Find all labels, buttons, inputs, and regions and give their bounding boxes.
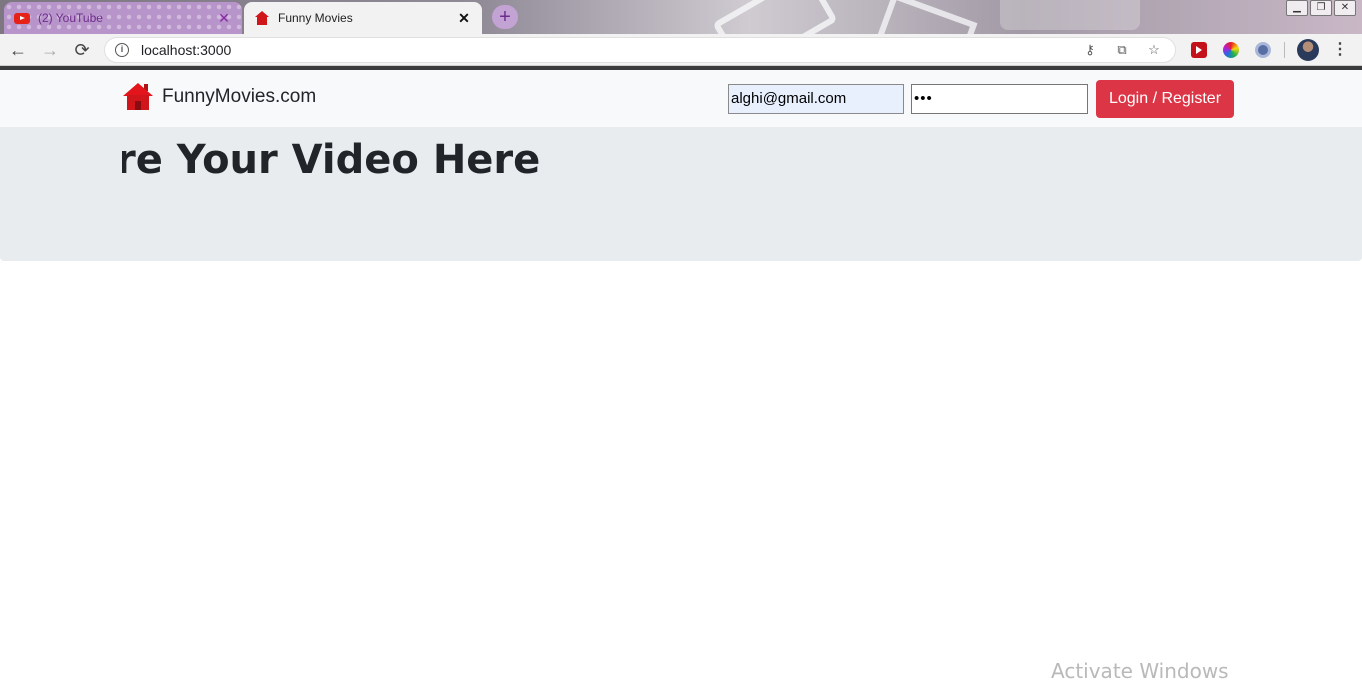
tab-funny-movies[interactable]: Funny Movies ✕ <box>244 2 482 34</box>
browser-menu-icon[interactable]: ⋮ <box>1332 40 1348 60</box>
new-tab-button[interactable]: + <box>492 5 518 29</box>
youtube-icon <box>14 10 30 26</box>
extension-icon[interactable] <box>1191 42 1207 58</box>
house-icon <box>123 83 153 111</box>
toolbar-divider <box>1284 42 1285 58</box>
color-picker-extension-icon[interactable] <box>1223 42 1239 58</box>
app-navbar: FunnyMovies.com alghi@gmail.com ••• Logi… <box>0 70 1362 127</box>
reload-icon[interactable]: ⟳ <box>70 38 94 62</box>
wallpaper-decoration <box>872 0 978 34</box>
house-icon <box>254 10 270 26</box>
restore-button[interactable]: ❐ <box>1310 0 1332 16</box>
browser-toolbar: ← → ⟳ i localhost:3000 ⚷ ⧉ ☆ ⋮ <box>0 34 1362 66</box>
brand[interactable]: FunnyMovies.com <box>123 83 316 111</box>
banner-heading: Share Your Video Here <box>122 137 541 183</box>
wallpaper-decoration <box>712 0 838 34</box>
close-tab-icon[interactable]: ✕ <box>456 10 472 27</box>
forward-arrow-icon[interactable]: → <box>38 38 62 62</box>
window-controls: ▁ ❐ ✕ <box>1286 0 1356 16</box>
marquee: Share Your Video Here <box>122 137 1362 187</box>
minimize-button[interactable]: ▁ <box>1286 0 1308 16</box>
browser-tab-strip: (2) YouTube ✕ Funny Movies ✕ + ▁ ❐ ✕ <box>0 0 1362 34</box>
info-icon[interactable]: i <box>115 43 129 57</box>
profile-avatar[interactable] <box>1297 39 1319 61</box>
close-tab-icon[interactable]: ✕ <box>216 10 232 27</box>
bookmark-star-icon[interactable]: ☆ <box>1143 40 1165 60</box>
tab-title: Funny Movies <box>278 11 353 25</box>
window-close-button[interactable]: ✕ <box>1334 0 1356 16</box>
login-register-button[interactable]: Login / Register <box>1096 80 1234 118</box>
password-field[interactable]: ••• <box>911 84 1088 114</box>
brand-name: FunnyMovies.com <box>162 86 317 107</box>
address-bar[interactable]: i localhost:3000 ⚷ ⧉ ☆ <box>104 37 1176 63</box>
tab-youtube[interactable]: (2) YouTube ✕ <box>4 2 242 34</box>
tab-title: (2) YouTube <box>38 11 103 25</box>
back-arrow-icon[interactable]: ← <box>6 38 30 62</box>
key-icon[interactable]: ⚷ <box>1079 40 1101 60</box>
activate-windows-watermark: Activate Windows <box>1051 659 1229 683</box>
wallpaper-decoration <box>1000 0 1140 30</box>
banner: Share Your Video Here <box>0 127 1362 261</box>
email-field[interactable]: alghi@gmail.com <box>728 84 904 114</box>
address-url[interactable]: localhost:3000 <box>141 42 1069 58</box>
extension-icon[interactable] <box>1255 42 1271 58</box>
translate-icon[interactable]: ⧉ <box>1111 40 1133 60</box>
